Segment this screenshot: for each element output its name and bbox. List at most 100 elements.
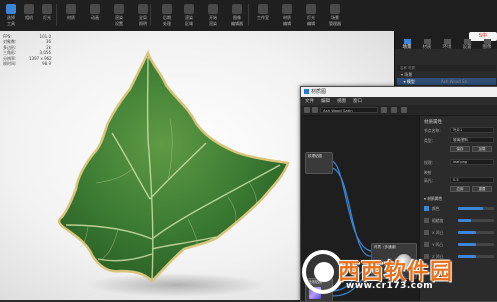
stat-row: 帧时间: 98.9 [3, 61, 51, 66]
channel-swatch[interactable] [424, 230, 429, 235]
app-icon [304, 89, 309, 94]
toolbar-icon [184, 4, 194, 14]
menu-bar: 文件 编辑 视图 窗口 [301, 97, 497, 105]
toolbar-icon [114, 4, 124, 14]
prop-field[interactable]: leaf.png [450, 159, 494, 165]
prop-label: 类型： [424, 138, 436, 143]
toolbar-separator [248, 4, 249, 26]
slider-track[interactable] [458, 219, 494, 222]
tree-row[interactable]: ▾ 模型 Ash Wood Sa [397, 78, 496, 85]
menu-item-3[interactable]: 窗口 [353, 98, 362, 104]
tab-label: 图像 [482, 45, 492, 50]
toolbar-button-8[interactable]: 渲染 区域 [180, 2, 198, 29]
toolbar-button-9[interactable]: 开始 渲染 [204, 2, 222, 29]
toolbar-button-label: 材质 编辑 [283, 15, 291, 26]
toolbar-button-14[interactable]: 场景 管理器 [326, 2, 344, 29]
menu-item-0[interactable]: 文件 [305, 98, 314, 104]
tab-3[interactable]: 设置 [457, 39, 477, 50]
toolbar-button-7[interactable]: 后期 处理 [158, 2, 176, 29]
toolbar-button-5[interactable]: 渲染 设置 [110, 2, 128, 29]
toolbar-button-10[interactable]: 图像 编辑器 [228, 2, 246, 29]
window-titlebar[interactable]: 材质图 [301, 87, 497, 97]
toolbar-button-4[interactable]: 动画 [86, 2, 104, 29]
slider-track[interactable] [458, 231, 494, 234]
toolbar-icon [232, 4, 242, 14]
slider-track[interactable] [458, 243, 494, 246]
toolbar-button-label: 动画 [91, 15, 99, 20]
fit-icon[interactable] [401, 107, 407, 113]
texture-node[interactable]: 纹理贴图 [305, 152, 333, 174]
toolbar-icon [24, 4, 34, 14]
tab-label: 场景 [402, 45, 412, 50]
tab-icon [483, 39, 491, 44]
tab-0[interactable]: 场景 [397, 39, 417, 50]
tab-icon [443, 39, 451, 44]
toolbar-icon [208, 4, 218, 14]
toolbar-icon [66, 4, 76, 14]
channel-swatch[interactable] [424, 218, 429, 223]
prop-label: 节点名称： [424, 128, 443, 133]
prop-button[interactable]: 保存 [450, 146, 470, 152]
toolbar-button-3[interactable]: 材质 [62, 2, 80, 29]
toolbar-icon [162, 4, 172, 14]
toolbar-separator [56, 4, 57, 26]
channel-swatch[interactable] [424, 206, 429, 211]
prop-field[interactable]: 0.5 [450, 177, 494, 183]
section-header[interactable]: ▾ 材质属性 [424, 196, 442, 202]
window-title: 材质图 [311, 89, 327, 95]
graph-toolbar: Ash Wood Satin [301, 105, 497, 116]
back-icon[interactable] [304, 107, 310, 113]
toolbar-button-2[interactable]: 灯光 [38, 2, 56, 29]
tree-row[interactable]: ▾ 场景 [397, 71, 496, 78]
toolbar-button-label: 相机 [25, 15, 33, 20]
slider-track[interactable] [458, 207, 494, 210]
watermark-url: www.cr173.com [346, 281, 434, 291]
toolbar-button-11[interactable]: 工作室 [254, 2, 272, 29]
prop-label: 映射 [424, 170, 432, 175]
menu-item-1[interactable]: 编辑 [321, 98, 330, 104]
slider-label: 颜色 [432, 206, 440, 211]
tab-2[interactable]: 环境 [437, 39, 457, 50]
main-toolbar: 选择 工具 相机 灯光 材质 动画 渲染 设置 全局 照明 后期 处理 渲染 区域 开始 渲染 图像… [0, 0, 497, 32]
toolbar-button-label: 灯光 编辑 [307, 15, 315, 26]
dropdown-icon[interactable] [381, 107, 387, 113]
slider-fill [458, 243, 476, 246]
prop-field[interactable]: 叶片1 [450, 127, 494, 133]
toolbar-icon [306, 4, 316, 14]
menu-item-2[interactable]: 视图 [337, 98, 346, 104]
leaf-model[interactable] [48, 49, 308, 300]
toolbar-button-label: 开始 渲染 [209, 15, 217, 26]
zoom-icon[interactable] [391, 107, 397, 113]
prop-field[interactable]: 玻璃/塑料 [450, 137, 494, 143]
tab-4[interactable]: 图像 [477, 39, 497, 50]
toolbar-button-label: 渲染 区域 [185, 15, 193, 26]
tab-icon [403, 39, 411, 44]
toolbar-button-label: 灯光 [43, 15, 51, 20]
slider-label: 粗糙度 [432, 218, 444, 223]
leaf-blade [57, 49, 290, 283]
toolbar-icon [6, 4, 16, 14]
slider-fill [458, 219, 471, 222]
toolbar-button-1[interactable]: 相机 [20, 2, 38, 29]
viewport-stats: FPS: 101.0 对象数: 36 多边形: 2k 三角形: 3,056 分辨率: 1397 x… [3, 34, 52, 66]
toolbar-button-label: 选择 工具 [7, 15, 15, 26]
right-panel-header: S中 场景 材质 环境 设置 图像 [395, 31, 497, 50]
toolbar-button-13[interactable]: 灯光 编辑 [302, 2, 320, 29]
slider-fill [458, 231, 476, 234]
prop-button[interactable]: 重置 [472, 186, 492, 192]
tab-label: 设置 [462, 45, 472, 50]
channel-swatch[interactable] [424, 242, 429, 247]
tab-1[interactable]: 材质 [417, 39, 437, 50]
toolbar-button-label: 后期 处理 [163, 15, 171, 26]
prop-button[interactable]: 应用 [450, 186, 470, 192]
material-name-field[interactable]: Ash Wood Satin [320, 107, 378, 113]
toolbar-button-label: 材质 [67, 15, 75, 20]
toolbar-icon [258, 4, 268, 14]
toolbar-icon [282, 4, 292, 14]
toolbar-button-12[interactable]: 材质 编辑 [278, 2, 296, 29]
toolbar-button-0[interactable]: 选择 工具 [2, 2, 20, 29]
forward-icon[interactable] [312, 107, 318, 113]
toolbar-icon [90, 4, 100, 14]
prop-button[interactable]: 加载 [472, 146, 492, 152]
toolbar-icon [138, 4, 148, 14]
